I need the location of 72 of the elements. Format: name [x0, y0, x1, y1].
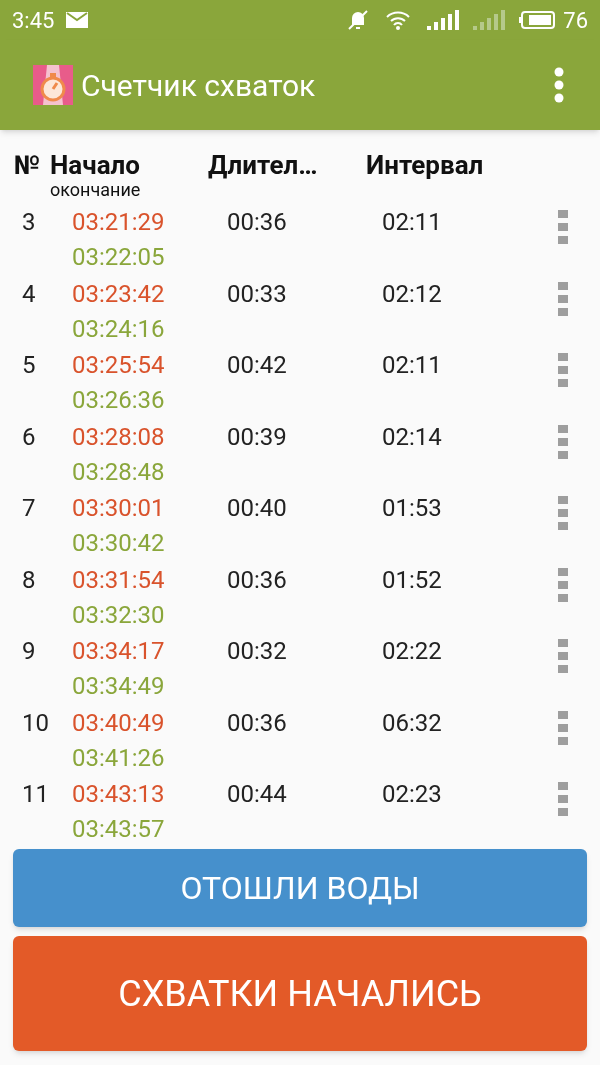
interval: 02:11: [382, 207, 443, 238]
interval: 02:22: [382, 636, 443, 667]
end-time: 03:43:57: [72, 814, 166, 845]
end-time: 03:28:48: [72, 456, 166, 488]
action-button[interactable]: СХВАТКИ НАЧАЛИСЬ: [13, 936, 587, 1051]
row-menu-icon[interactable]: [557, 352, 569, 388]
interval: 01:52: [382, 564, 443, 596]
column-subheader: окончание: [50, 180, 142, 200]
battery-icon: [519, 11, 556, 29]
start-time: 03:21:29: [72, 207, 166, 238]
duration: 00:33: [227, 278, 288, 310]
duration: 00:36: [227, 207, 288, 238]
column-header: Интервал: [366, 150, 484, 180]
start-time: 03:23:42: [72, 278, 166, 310]
muted-bell-icon: [347, 9, 370, 31]
row-number: 8: [21, 564, 37, 596]
row-menu-icon[interactable]: [557, 566, 569, 603]
app-title: Счетчик схваток: [81, 66, 317, 105]
column-header: Длител…: [208, 150, 319, 180]
row-number: 6: [21, 421, 37, 453]
duration: 00:36: [227, 564, 288, 596]
row-menu-icon[interactable]: [557, 638, 569, 674]
interval: 01:53: [382, 493, 443, 524]
interval: 02:12: [382, 278, 443, 310]
start-time: 03:43:13: [72, 779, 166, 810]
duration: 00:36: [227, 707, 288, 739]
row-number: 10: [21, 707, 50, 739]
end-time: 03:30:42: [72, 528, 166, 559]
start-time: 03:34:17: [72, 636, 166, 667]
battery-level: 76: [563, 6, 588, 35]
start-time: 03:40:49: [72, 707, 166, 739]
row-number: 9: [21, 636, 37, 667]
column-header: №: [13, 150, 42, 180]
duration: 00:39: [227, 421, 288, 453]
end-time: 03:22:05: [72, 242, 166, 273]
end-time: 03:34:49: [72, 671, 166, 702]
end-time: 03:26:36: [72, 385, 166, 416]
column-header: Начало: [50, 150, 141, 180]
signal-icon: [473, 10, 508, 30]
start-time: 03:28:08: [72, 421, 166, 453]
interval: 02:14: [382, 421, 443, 453]
duration: 00:44: [227, 779, 288, 810]
duration: 00:32: [227, 636, 288, 667]
row-menu-icon[interactable]: [557, 709, 569, 746]
wifi-icon: [385, 9, 412, 31]
more-options-icon[interactable]: [554, 67, 564, 103]
interval: 02:23: [382, 779, 443, 810]
signal-icon: [427, 10, 462, 30]
stopwatch-icon: [33, 65, 73, 105]
row-number: 3: [21, 207, 37, 238]
row-number: 5: [21, 350, 37, 381]
end-time: 03:32:30: [72, 599, 166, 631]
row-menu-icon[interactable]: [557, 423, 569, 460]
end-time: 03:41:26: [72, 742, 166, 774]
row-menu-icon[interactable]: [557, 209, 569, 245]
duration: 00:42: [227, 350, 288, 381]
row-menu-icon[interactable]: [557, 495, 569, 531]
row-number: 4: [21, 278, 37, 310]
row-menu-icon[interactable]: [557, 781, 569, 817]
start-time: 03:31:54: [72, 564, 166, 596]
start-time: 03:25:54: [72, 350, 166, 381]
action-button[interactable]: ОТОШЛИ ВОДЫ: [13, 849, 587, 927]
start-time: 03:30:01: [72, 493, 166, 524]
end-time: 03:24:16: [72, 313, 166, 345]
row-number: 11: [21, 779, 50, 810]
row-menu-icon[interactable]: [557, 280, 569, 317]
interval: 02:11: [382, 350, 443, 381]
row-number: 7: [21, 493, 37, 524]
interval: 06:32: [382, 707, 443, 739]
duration: 00:40: [227, 493, 288, 524]
status-time: 3:45: [12, 6, 55, 35]
mail-icon: [66, 12, 89, 28]
